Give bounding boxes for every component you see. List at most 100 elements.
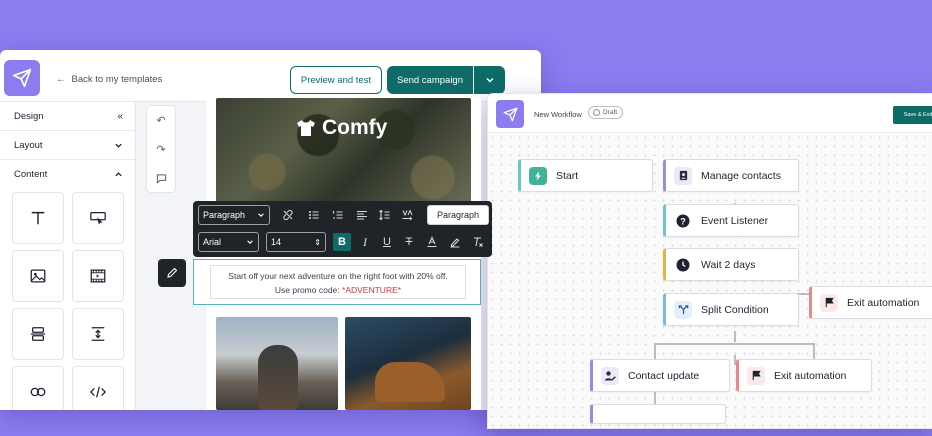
flag-icon: [747, 366, 765, 385]
hero-image[interactable]: Comfy: [216, 98, 471, 204]
text-block-icon: [31, 211, 45, 225]
tshirt-icon: [297, 120, 315, 136]
paragraph-style-button[interactable]: Paragraph: [427, 205, 489, 225]
edit-block-button[interactable]: [158, 259, 186, 287]
node-label: Manage contacts: [701, 169, 781, 182]
html-block-tile[interactable]: [72, 366, 124, 410]
block-type-value: Paragraph: [203, 210, 246, 220]
clear-format-icon[interactable]: [469, 233, 487, 251]
social-block-tile[interactable]: [12, 366, 64, 410]
back-to-templates-link[interactable]: ← Back to my templates: [56, 74, 162, 85]
button-block-icon: [90, 211, 106, 225]
split-arrows-icon: [674, 300, 692, 319]
selected-text-block[interactable]: Start off your next adventure on the rig…: [193, 259, 481, 305]
node-split-condition[interactable]: Split Condition: [663, 293, 799, 326]
content-blocks-grid: [12, 192, 124, 410]
node-start[interactable]: Start: [518, 159, 653, 192]
video-block-tile[interactable]: [72, 250, 124, 302]
boots-lacing-photo[interactable]: [345, 317, 471, 410]
node-partial[interactable]: [590, 404, 726, 424]
unlink-icon[interactable]: [279, 206, 297, 224]
connector-line: [654, 392, 656, 404]
text-color-icon[interactable]: [423, 233, 441, 251]
html-block-icon: [89, 386, 107, 398]
workflow-title[interactable]: New Workflow: [534, 110, 582, 119]
image-block-tile[interactable]: [12, 250, 64, 302]
video-block-icon: [90, 269, 106, 283]
chevron-down-icon: [115, 143, 122, 148]
text-block-content[interactable]: Start off your next adventure on the rig…: [210, 265, 466, 299]
bullet-list-icon[interactable]: [305, 206, 323, 224]
node-event-listener[interactable]: ? Event Listener: [663, 204, 799, 237]
brand-name: Comfy: [322, 116, 388, 139]
connector-line: [734, 331, 736, 342]
node-manage-contacts[interactable]: Manage contacts: [663, 159, 799, 192]
body-line-1: Start off your next adventure on the rig…: [228, 271, 448, 281]
promo-prefix: Use promo code:: [274, 285, 343, 295]
node-contact-update[interactable]: Contact update: [590, 359, 730, 392]
preview-and-test-button[interactable]: Preview and test: [290, 66, 382, 94]
node-exit-automation-bottom[interactable]: Exit automation: [736, 359, 872, 392]
node-label: Wait 2 days: [701, 258, 756, 271]
spacer-block-icon: [91, 327, 105, 341]
workflow-builder-window: New Workflow Draft Save & Exit Start Man…: [487, 93, 932, 429]
node-label: Contact update: [628, 369, 700, 382]
hiker-backpack-photo[interactable]: [216, 317, 338, 410]
font-size-stepper[interactable]: 14 ⇕: [266, 232, 326, 252]
sidebar-item-layout[interactable]: Layout: [0, 131, 135, 160]
underline-icon[interactable]: U: [378, 233, 396, 251]
line-height-icon[interactable]: [375, 206, 393, 224]
sidebar-item-label: Design: [14, 110, 44, 122]
save-and-exit-button[interactable]: Save & Exit: [893, 106, 932, 124]
pencil-icon: [167, 267, 178, 278]
node-label: Event Listener: [701, 214, 769, 227]
editor-header: ← Back to my templates Preview and test …: [0, 50, 541, 102]
app-logo[interactable]: [4, 60, 40, 96]
text-format-toolbar: Paragraph Paragraph Arial 14 ⇕ B I U T: [193, 201, 492, 257]
node-wait[interactable]: Wait 2 days: [663, 248, 799, 281]
send-campaign-button[interactable]: Send campaign: [387, 66, 473, 94]
node-label: Exit automation: [847, 296, 920, 309]
app-logo[interactable]: [496, 100, 524, 128]
contact-card-icon: [674, 166, 692, 185]
question-circle-icon: ?: [674, 212, 692, 230]
paper-plane-icon: [503, 107, 517, 121]
node-exit-automation-right[interactable]: Exit automation: [809, 286, 932, 319]
workflow-canvas[interactable]: Start Manage contacts ? Event Listener W…: [488, 133, 932, 428]
user-edit-icon: [601, 366, 619, 385]
block-type-select[interactable]: Paragraph: [198, 205, 270, 225]
status-label: Draft: [603, 109, 618, 116]
italic-icon[interactable]: I: [356, 233, 374, 251]
numbered-list-icon[interactable]: [329, 206, 347, 224]
align-left-icon[interactable]: [353, 206, 371, 224]
text-block-tile[interactable]: [12, 192, 64, 244]
stepper-arrows-icon[interactable]: ⇕: [314, 238, 321, 247]
font-family-select[interactable]: Arial: [198, 232, 259, 252]
undo-icon[interactable]: ↶: [156, 114, 165, 127]
lightning-icon: [529, 166, 547, 185]
sidebar-item-design[interactable]: Design «: [0, 102, 135, 131]
bold-icon[interactable]: B: [333, 233, 351, 251]
workflow-header: New Workflow Draft Save & Exit: [488, 94, 932, 133]
sidebar-item-label: Content: [14, 169, 48, 180]
back-link-label: Back to my templates: [71, 74, 163, 85]
redo-icon[interactable]: ↷: [156, 143, 165, 156]
comment-icon[interactable]: [156, 173, 167, 184]
collapse-double-chevron-icon: «: [117, 110, 123, 122]
chevron-down-icon: [247, 240, 253, 244]
history-toolbar: ↶ ↷: [146, 105, 176, 193]
text-direction-icon[interactable]: [398, 206, 416, 224]
chevron-down-icon: [258, 213, 264, 217]
connector-line: [654, 343, 814, 345]
spacer-block-tile[interactable]: [72, 308, 124, 360]
brand-logo: Comfy: [296, 116, 387, 140]
strikethrough-icon[interactable]: T: [400, 233, 418, 251]
image-block-icon: [30, 269, 46, 283]
send-options-dropdown[interactable]: [474, 66, 505, 94]
sidebar-item-content[interactable]: Content: [0, 160, 135, 189]
button-block-tile[interactable]: [72, 192, 124, 244]
flag-icon: [820, 293, 838, 312]
editor-sidebar: Design « Layout Content: [0, 102, 136, 410]
highlight-icon[interactable]: [446, 233, 464, 251]
divider-block-tile[interactable]: [12, 308, 64, 360]
